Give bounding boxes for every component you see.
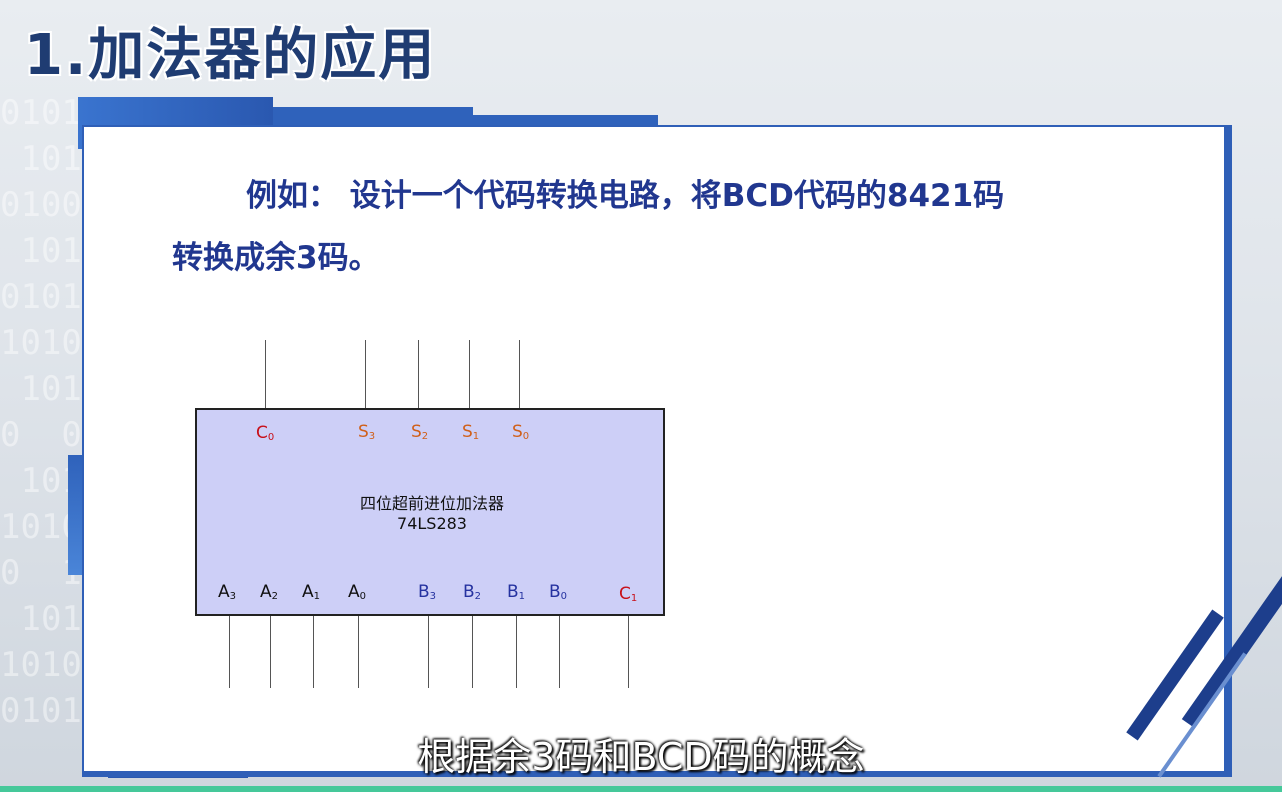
pin-label-c1-sub: 1: [630, 593, 638, 604]
pin-line-a1: [313, 616, 314, 688]
pin-label-b3-base: B: [418, 582, 430, 602]
pin-label-b1: B1: [507, 582, 525, 602]
pin-line-c1: [628, 616, 629, 688]
pin-label-s1-base: S: [462, 422, 473, 442]
pin-line-s3: [365, 340, 366, 408]
pin-label-s0-sub: 0: [522, 431, 530, 442]
pin-line-b2: [472, 616, 473, 688]
pin-label-b2-sub: 2: [474, 591, 482, 602]
pin-label-b0-sub: 0: [560, 591, 568, 602]
pin-label-s2: S2: [411, 422, 428, 442]
pin-line-a2: [270, 616, 271, 688]
pin-label-c0-base: C: [256, 423, 268, 443]
chip-model: 74LS283: [397, 514, 467, 533]
pin-label-b0-base: B: [549, 582, 561, 602]
pin-label-b2-base: B: [463, 582, 475, 602]
pin-label-c1-base: C: [619, 584, 631, 604]
pin-label-a1-sub: 1: [313, 591, 321, 602]
pin-label-s3-base: S: [358, 422, 369, 442]
pin-label-s1: S1: [462, 422, 479, 442]
pin-line-s2: [418, 340, 419, 408]
progress-line: [0, 786, 1282, 792]
pin-label-b0: B0: [549, 582, 567, 602]
pin-label-a0-sub: 0: [359, 591, 367, 602]
pin-label-a0: A0: [348, 582, 366, 602]
pin-label-c0: C0: [256, 423, 274, 443]
pin-label-b1-sub: 1: [518, 591, 526, 602]
pin-line-s0: [519, 340, 520, 408]
pin-line-c0: [265, 340, 266, 408]
pin-label-s0: S0: [512, 422, 529, 442]
pin-line-a0: [358, 616, 359, 688]
pin-label-b2: B2: [463, 582, 481, 602]
example-text-line-1: 例如： 设计一个代码转换电路，将BCD代码的8421码: [246, 178, 1005, 214]
pin-label-a2-base: A: [260, 582, 272, 602]
pin-label-a3-base: A: [218, 582, 230, 602]
pin-label-a2: A2: [260, 582, 278, 602]
pin-label-c1: C1: [619, 584, 637, 604]
pin-label-a1: A1: [302, 582, 320, 602]
pin-label-a3: A3: [218, 582, 236, 602]
pin-label-s2-base: S: [411, 422, 422, 442]
pin-label-c0-sub: 0: [267, 432, 275, 443]
pin-line-s1: [469, 340, 470, 408]
pin-label-s0-base: S: [512, 422, 523, 442]
pin-label-s3-sub: 3: [368, 431, 376, 442]
pin-label-a2-sub: 2: [271, 591, 279, 602]
pin-line-a3: [229, 616, 230, 688]
pin-label-b3-sub: 3: [429, 591, 437, 602]
slide-title: 1.加法器的应用: [24, 23, 437, 88]
pin-label-s2-sub: 2: [421, 431, 429, 442]
pin-line-b0: [559, 616, 560, 688]
pin-label-s1-sub: 1: [472, 431, 480, 442]
pin-label-a0-base: A: [348, 582, 360, 602]
pin-label-a3-sub: 3: [229, 591, 237, 602]
pin-label-s3: S3: [358, 422, 375, 442]
pin-label-b3: B3: [418, 582, 436, 602]
pin-line-b3: [428, 616, 429, 688]
pin-label-a1-base: A: [302, 582, 314, 602]
video-caption: 根据余3码和BCD码的概念: [417, 735, 865, 779]
pin-line-b1: [516, 616, 517, 688]
chip-name: 四位超前进位加法器: [359, 494, 504, 513]
example-text-line-2: 转换成余3码。: [172, 240, 380, 276]
pin-label-b1-base: B: [507, 582, 519, 602]
